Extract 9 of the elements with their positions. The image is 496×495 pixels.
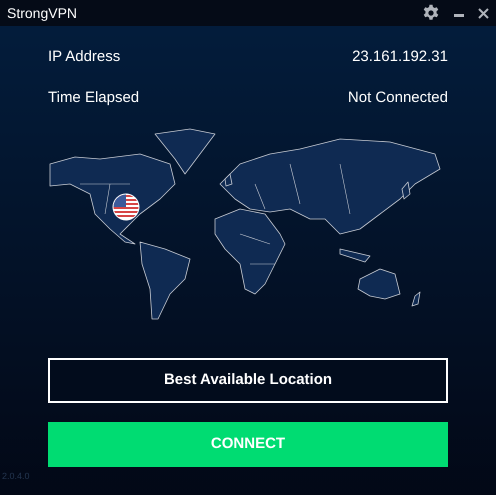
info-value: 23.161.192.31 [352,47,448,67]
window-title: StrongVPN [7,4,78,23]
info-label: Time Elapsed [48,88,140,108]
info-label: IP Address [48,47,120,67]
location-button[interactable]: Best Available Location [48,358,448,403]
close-icon[interactable] [478,8,489,18]
info-value: Not Connected [348,88,448,108]
version-label: 2.0.4.0 [2,471,30,481]
settings-icon[interactable] [422,4,440,22]
